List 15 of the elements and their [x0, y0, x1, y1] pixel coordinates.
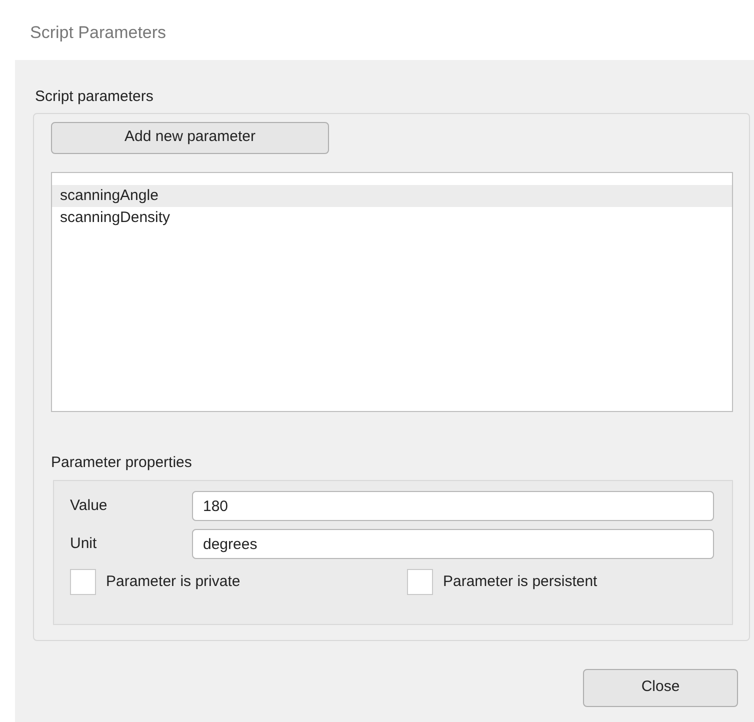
group-label: Script parameters [35, 88, 154, 105]
list-item[interactable]: scanningAngle [52, 184, 732, 206]
close-button[interactable]: Close [583, 668, 738, 706]
window-title: Script Parameters [30, 23, 166, 42]
checkbox[interactable] [70, 569, 96, 595]
group-label: Parameter properties [51, 454, 192, 470]
checkbox-label: Parameter is persistent [443, 572, 598, 592]
field-label: Value [70, 496, 108, 516]
add-parameter-button[interactable]: Add new parameter [51, 122, 329, 154]
input-field[interactable]: 180 [192, 491, 714, 521]
checkbox[interactable] [407, 569, 433, 595]
input-field[interactable]: degrees [192, 529, 714, 559]
checkbox-label: Parameter is private [106, 572, 240, 592]
list-item[interactable]: scanningDensity [52, 206, 732, 228]
field-label: Unit [70, 534, 98, 554]
